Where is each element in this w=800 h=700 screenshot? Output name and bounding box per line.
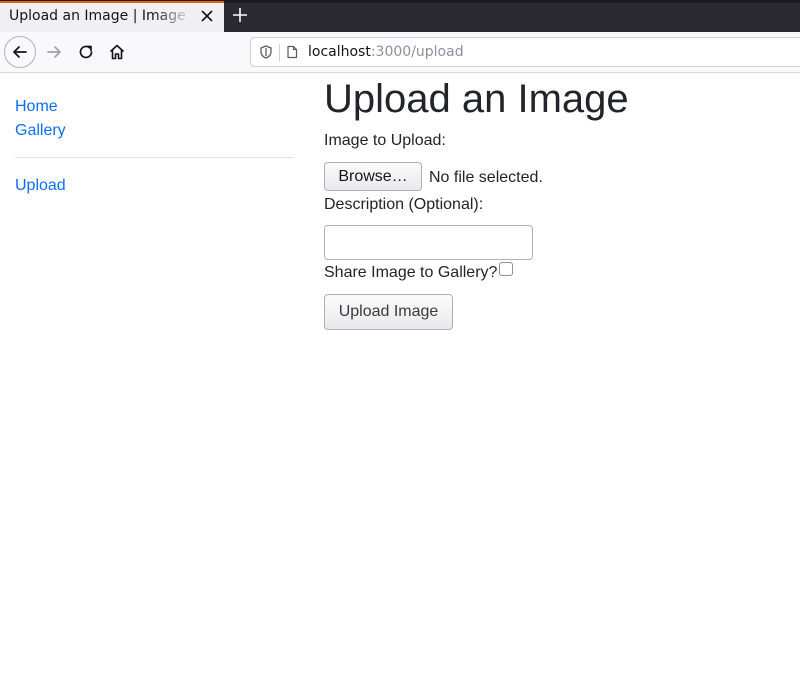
back-button[interactable] xyxy=(4,36,36,68)
page-info-icon[interactable] xyxy=(285,45,299,59)
image-upload-label: Image to Upload: xyxy=(324,132,446,149)
url-text: localhost:3000/upload xyxy=(308,44,464,60)
home-button[interactable] xyxy=(101,36,133,68)
description-label: Description (Optional): xyxy=(324,196,484,213)
url-path: :3000/upload xyxy=(370,44,464,60)
file-selection-status: No file selected. xyxy=(429,169,543,186)
description-input[interactable] xyxy=(324,225,533,260)
tab-title: Upload an Image | Image Gallery xyxy=(9,8,191,24)
share-gallery-checkbox[interactable] xyxy=(499,262,513,276)
tab-active-indicator xyxy=(0,1,224,3)
address-bar[interactable]: localhost:3000/upload xyxy=(250,37,800,67)
reload-icon xyxy=(79,45,93,59)
shield-icon[interactable] xyxy=(259,45,273,59)
nav-link-gallery[interactable]: Gallery xyxy=(15,119,294,143)
sidebar-nav: Home Gallery Upload xyxy=(15,95,294,198)
navigation-toolbar: localhost:3000/upload xyxy=(0,32,800,73)
back-arrow-icon xyxy=(13,46,27,58)
nav-link-upload[interactable]: Upload xyxy=(15,174,294,198)
browse-file-button[interactable]: Browse… xyxy=(324,162,422,191)
forward-arrow-icon xyxy=(47,46,61,58)
new-tab-icon[interactable] xyxy=(231,6,249,24)
page-title: Upload an Image xyxy=(324,77,629,121)
reload-button[interactable] xyxy=(70,36,102,68)
address-bar-separator xyxy=(279,44,280,62)
tab-strip: Upload an Image | Image Gallery xyxy=(0,0,800,32)
page-content: Home Gallery Upload Upload an Image Imag… xyxy=(0,73,800,700)
forward-button[interactable] xyxy=(38,36,70,68)
browser-tab-active[interactable]: Upload an Image | Image Gallery xyxy=(0,1,224,32)
url-host: localhost xyxy=(308,44,371,60)
close-tab-icon[interactable] xyxy=(198,7,216,25)
nav-link-home[interactable]: Home xyxy=(15,95,294,119)
home-icon xyxy=(109,44,125,60)
upload-image-button[interactable]: Upload Image xyxy=(324,294,453,330)
sidebar-divider xyxy=(15,157,294,158)
share-gallery-label: Share Image to Gallery? xyxy=(324,264,498,281)
